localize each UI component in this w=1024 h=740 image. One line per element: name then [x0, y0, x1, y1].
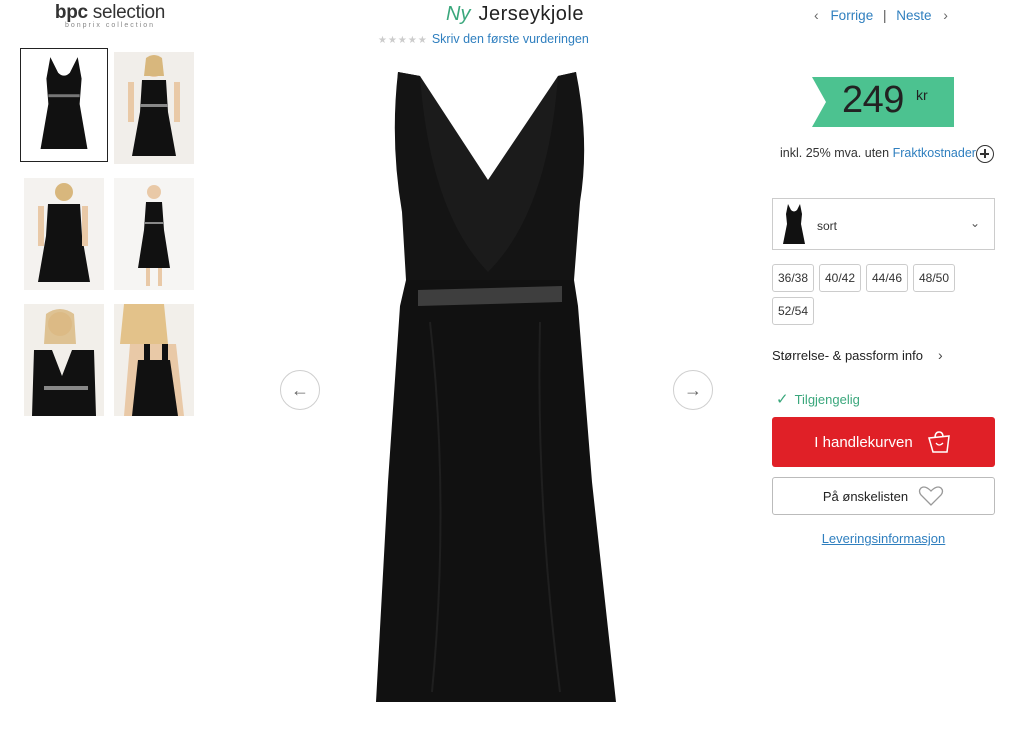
thumbnail-5[interactable] [24, 304, 104, 416]
price-currency: kr [916, 87, 928, 103]
brand-logo[interactable]: bpc selection bonprix collection [40, 2, 180, 29]
main-product-image[interactable] [360, 62, 660, 712]
color-swatch [783, 204, 805, 244]
size-fit-info-link[interactable]: Størrelse- & passform info [772, 348, 923, 363]
availability-text: Tilgjengelig [794, 392, 860, 407]
availability-status: ✓ Tilgjengelig [776, 390, 860, 408]
add-to-wishlist-label: På ønskelisten [822, 488, 909, 504]
pager-separator: | [882, 8, 887, 23]
rating-stars-icon: ★★★★★ [378, 35, 428, 46]
new-badge: Ny [446, 3, 471, 25]
delivery-info-link[interactable]: Leveringsinformasjon [772, 531, 995, 546]
thumbnail-1[interactable] [20, 48, 108, 162]
thumbnail-6[interactable] [114, 304, 194, 416]
shipping-cost-link[interactable]: Fraktkostnader [893, 146, 976, 160]
heart-icon [918, 486, 944, 506]
size-option[interactable]: 48/50 [913, 264, 955, 292]
thumbnail-4[interactable] [114, 178, 194, 290]
price-value: 249 [842, 79, 904, 121]
brand-name-bold: bpc [54, 2, 88, 23]
add-to-wishlist-button[interactable]: På ønskelisten [772, 477, 995, 515]
thumbnail-2[interactable] [114, 52, 194, 164]
color-select[interactable]: sort ⌄ [772, 198, 995, 250]
size-option[interactable]: 36/38 [772, 264, 814, 292]
prev-image-button[interactable]: ← [280, 370, 320, 410]
chevron-down-icon: ⌄ [969, 216, 980, 230]
product-title-row: Ny Jerseykjole [340, 3, 690, 26]
price-badge: 249 kr [812, 77, 954, 127]
thumbnail-3[interactable] [24, 178, 104, 290]
vat-text: inkl. 25% mva. uten [780, 146, 893, 160]
arrow-right-icon: → [684, 379, 702, 400]
chevron-left-icon: ‹ [814, 7, 819, 23]
color-label: sort [817, 219, 838, 233]
arrow-left-icon: ← [291, 379, 309, 400]
check-icon: ✓ [776, 391, 789, 408]
prev-product-link[interactable]: Forrige [830, 8, 873, 23]
rating-row: ★★★★★ Skriv den første vurderingen [378, 32, 589, 46]
size-option[interactable]: 44/46 [866, 264, 908, 292]
shopping-bag-icon [927, 431, 950, 453]
add-to-cart-label: I handlekurven [814, 433, 913, 451]
vat-info: inkl. 25% mva. uten Fraktkostnader [780, 146, 976, 160]
add-to-cart-button[interactable]: I handlekurven [772, 417, 995, 467]
chevron-right-icon: › [938, 347, 943, 363]
chevron-right-icon: › [943, 7, 948, 23]
brand-name-rest: selection [87, 2, 166, 23]
product-pager: ‹ Forrige | Neste › [814, 7, 948, 23]
size-option[interactable]: 52/54 [772, 297, 814, 325]
size-option[interactable]: 40/42 [819, 264, 861, 292]
write-review-link[interactable]: Skriv den første vurderingen [432, 32, 589, 46]
next-image-button[interactable]: → [673, 370, 713, 410]
next-product-link[interactable]: Neste [896, 8, 931, 23]
product-title: Jerseykjole [478, 3, 584, 25]
plus-circle-icon[interactable] [976, 145, 994, 163]
